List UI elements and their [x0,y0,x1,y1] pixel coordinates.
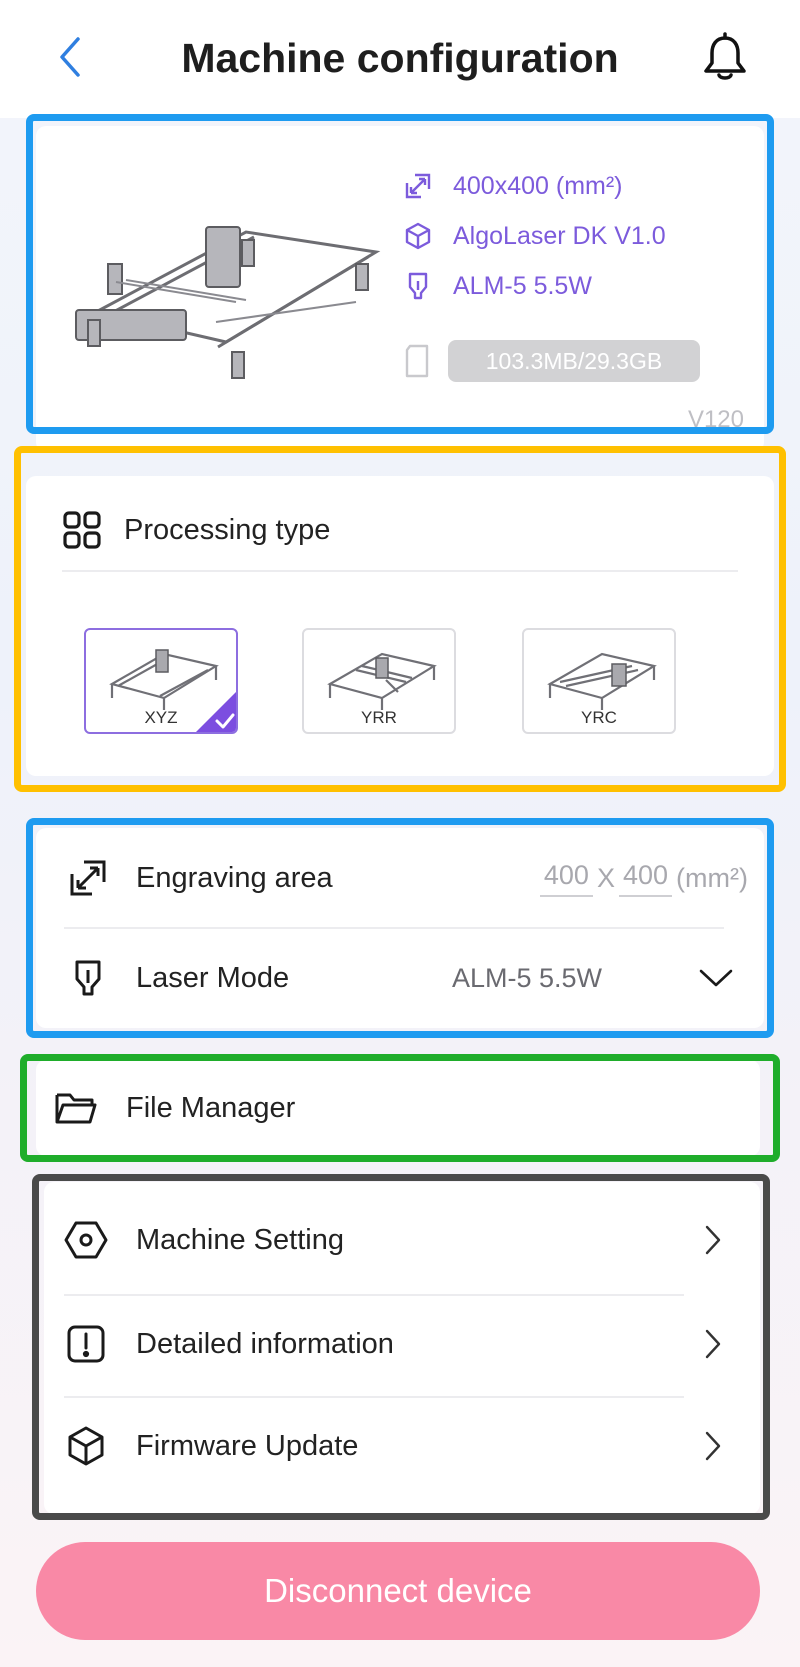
area-unit: (mm²) [676,862,748,893]
processing-header: Processing type [62,504,330,556]
processing-option-xyz[interactable]: XYZ [84,628,238,734]
detailed-information-row[interactable]: Detailed information [44,1292,760,1396]
engraving-area-label: Engraving area [136,861,333,894]
cube-outline-icon [64,1424,108,1468]
spec-model: AlgoLaser DK V1.0 [401,216,666,256]
processing-option-label: YRR [361,708,397,727]
detailed-information-label: Detailed information [136,1327,394,1360]
chevron-right-icon [698,1220,728,1260]
processing-title: Processing type [124,513,331,546]
device-info-card: 400x400 (mm²) AlgoLaser DK V1.0 ALM-5 5.… [36,126,764,452]
firmware-update-label: Firmware Update [136,1429,359,1462]
processing-type-card: Processing type XYZ YRR YRC [26,476,774,776]
chevron-right-icon [698,1426,728,1466]
area-height-input[interactable]: 400 [618,860,673,897]
processing-option-label: YRC [581,708,617,727]
divider [62,570,738,572]
notification-button[interactable] [695,28,755,88]
firmware-version: V120 [687,406,744,433]
chevron-down-icon[interactable] [696,958,736,998]
spec-laser: ALM-5 5.5W [401,266,592,306]
check-icon [196,692,236,732]
spec-area: 400x400 (mm²) [401,166,623,206]
resize-icon [66,856,110,900]
laser-mode-value: ALM-5 5.5W [452,962,603,993]
area-separator: X [596,862,615,893]
spec-area-text: 400x400 (mm²) [453,171,623,200]
laser-mode-label: Laser Mode [136,961,290,994]
grid-icon [63,511,101,549]
laser-head-icon [401,269,435,303]
machine-yrr-image [327,652,437,710]
cube-icon [401,219,435,253]
engraving-settings-card: Engraving area 400 X 400 (mm²) Laser Mod… [36,828,764,1028]
file-manager-label: File Manager [126,1091,296,1124]
machine-yrc-image [547,652,657,710]
engraving-area-row: Engraving area 400 X 400 (mm²) [36,828,764,928]
page-title: Machine configuration [181,35,619,81]
info-exclamation-icon [64,1322,108,1366]
spec-model-text: AlgoLaser DK V1.0 [453,221,666,250]
app-header: Machine configuration [0,0,800,118]
bell-icon [704,32,746,80]
machine-setting-label: Machine Setting [136,1223,344,1256]
file-manager-row[interactable]: File Manager [36,1060,760,1156]
storage-badge: 103.3MB/29.3GB [448,340,700,382]
settings-list-card: Machine Setting Detailed information Fir… [44,1182,760,1514]
folder-icon [54,1086,98,1130]
laser-head-icon [66,956,110,1000]
machine-setting-row[interactable]: Machine Setting [44,1188,760,1292]
hex-nut-icon [64,1218,108,1262]
disconnect-device-button[interactable]: Disconnect device [36,1542,760,1640]
laser-mode-row[interactable]: Laser Mode ALM-5 5.5W [36,928,764,1028]
machine-image [75,226,381,379]
sd-card-icon [405,344,429,378]
spec-laser-text: ALM-5 5.5W [453,271,592,300]
file-manager-inner: File Manager [36,1060,760,1156]
chevron-right-icon [698,1324,728,1364]
processing-option-yrr[interactable]: YRR [302,628,456,734]
processing-option-yrc[interactable]: YRC [522,628,676,734]
area-width-input[interactable]: 400 [539,860,593,897]
resize-icon [401,169,435,203]
engraving-area-value: 400 X 400 (mm²) [536,860,748,897]
firmware-update-row[interactable]: Firmware Update [44,1394,760,1498]
